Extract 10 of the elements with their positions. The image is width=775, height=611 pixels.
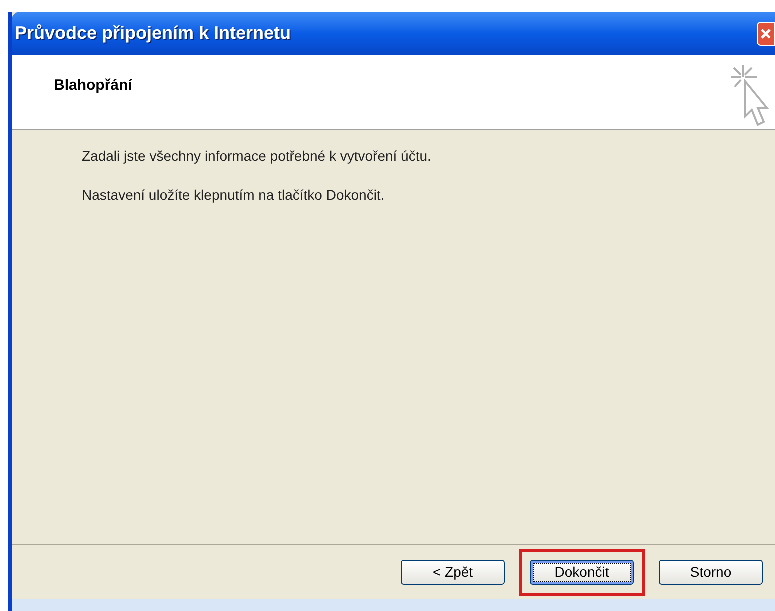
dialog-button[interactable]: Storno bbox=[659, 560, 763, 584]
message-text: Zadali jste všechny informace potřebné k vytvoření účtu. bbox=[82, 147, 432, 166]
dialog-button[interactable]: Dokončit bbox=[530, 560, 634, 584]
close-button[interactable] bbox=[757, 22, 775, 46]
window-title: Průvodce připojením k Internetu bbox=[15, 22, 292, 45]
cursor-sparkle-icon bbox=[729, 63, 769, 127]
page-heading: Blahopřání bbox=[54, 76, 132, 96]
message-text: Nastavení uložíte klepnutím na tlačítko Dokončit. bbox=[82, 186, 386, 205]
dialog-button[interactable]: < Zpět bbox=[401, 560, 505, 584]
close-icon bbox=[760, 28, 772, 40]
